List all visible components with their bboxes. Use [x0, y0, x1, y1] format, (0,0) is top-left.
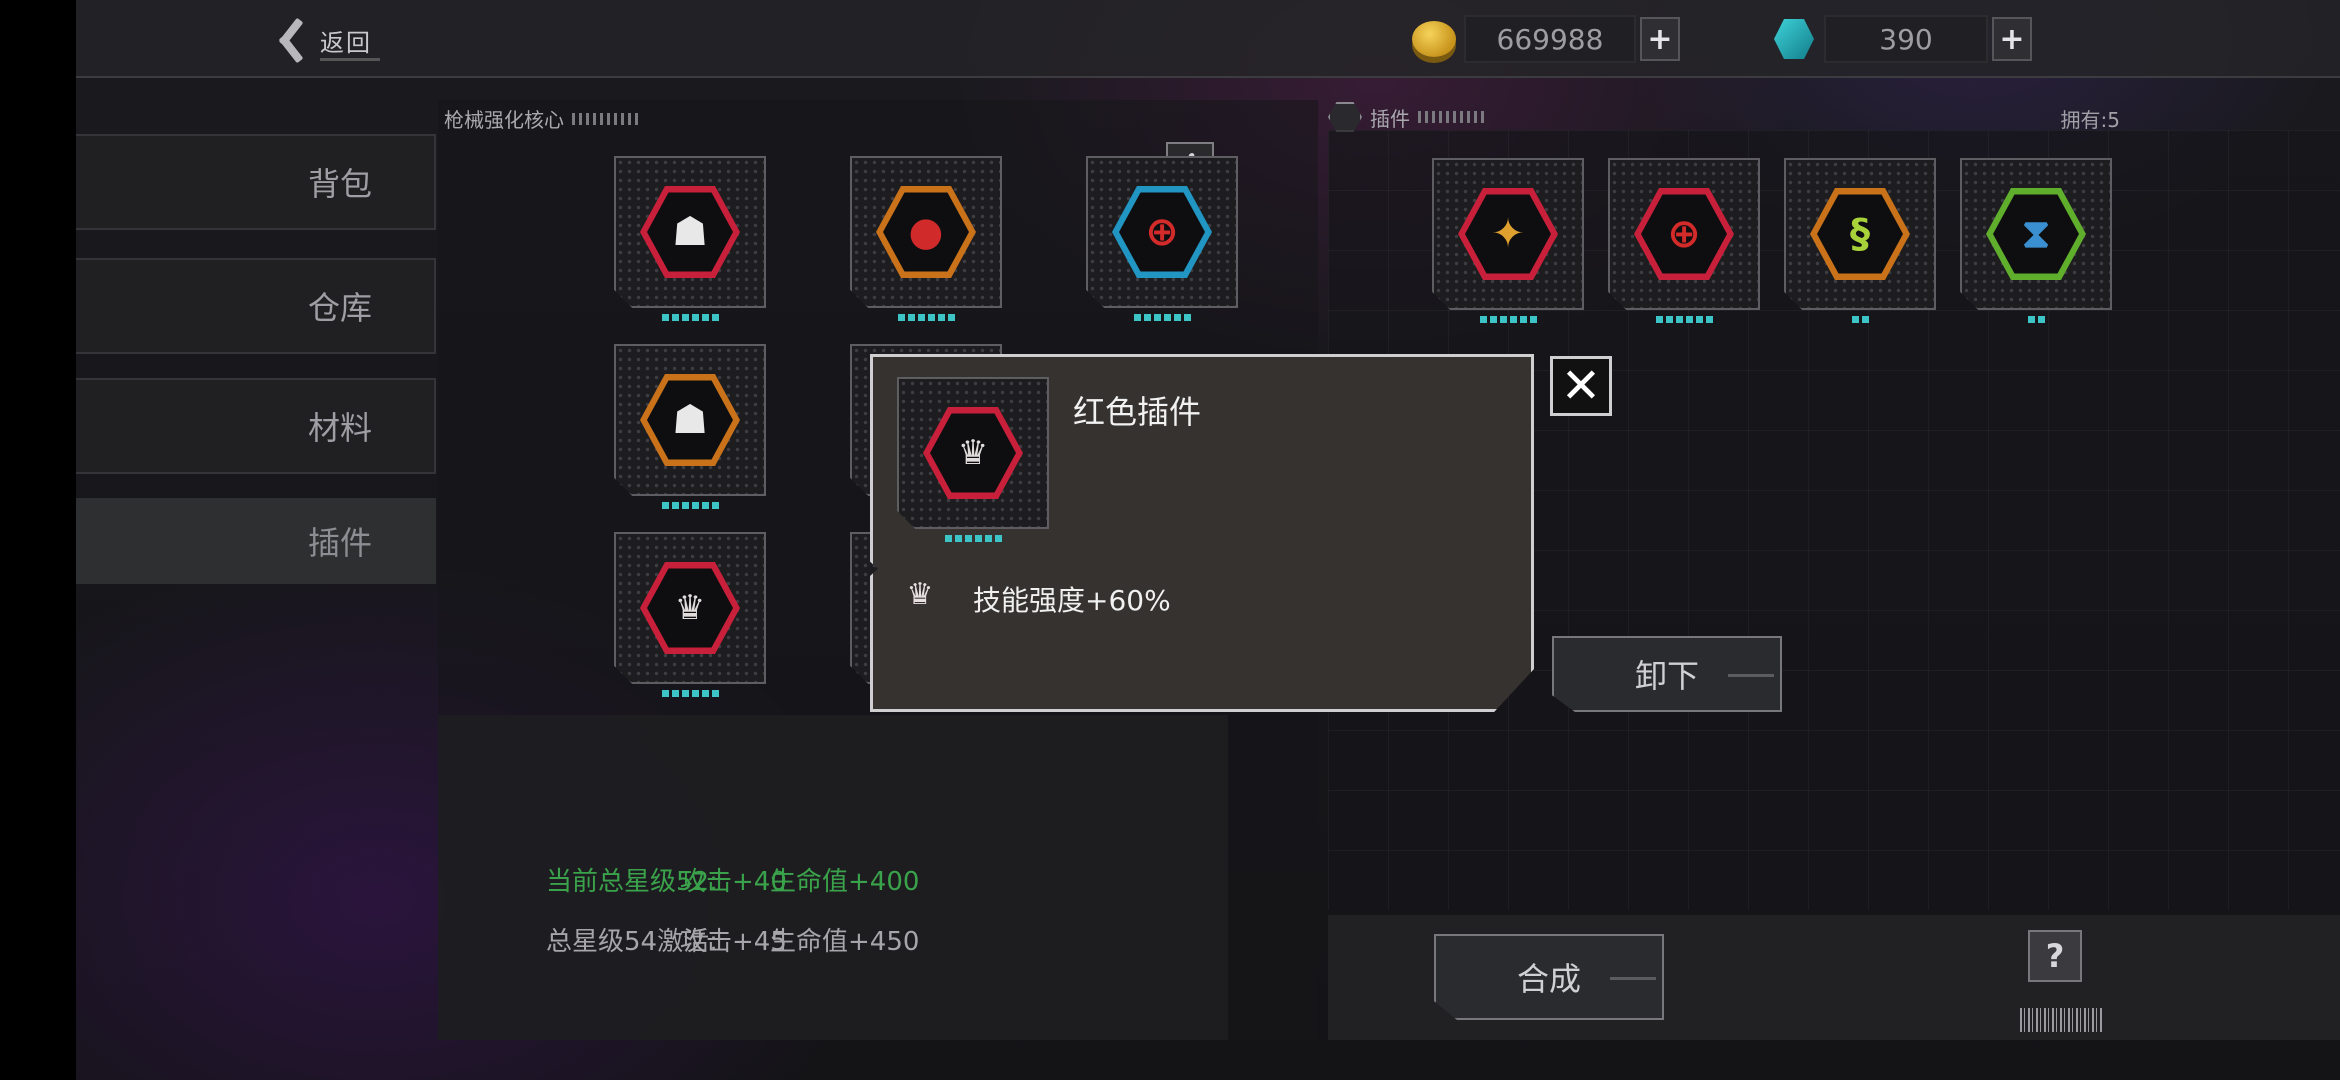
- coin-amount: 669988: [1464, 15, 1636, 63]
- core-slot[interactable]: ●: [850, 156, 1002, 328]
- button-decoration: [1728, 674, 1774, 677]
- star-dots: [897, 535, 1049, 543]
- star-dots: [614, 314, 766, 322]
- plugin-slot[interactable]: ✦: [1432, 158, 1584, 330]
- crosshair-icon: ⊕: [1667, 211, 1701, 257]
- star-dots: [850, 314, 1002, 322]
- core-slot[interactable]: ⊕: [1086, 156, 1238, 328]
- gem-counter: 390 +: [1774, 14, 2032, 64]
- sidebar-item-label: 背包: [307, 165, 372, 203]
- sidebar-item-label: 材料: [307, 409, 372, 447]
- angel-icon: ♛: [957, 433, 989, 473]
- next-hp: 生命值+450: [770, 927, 920, 957]
- back-label: 返回: [320, 28, 372, 57]
- star-dots: [614, 502, 766, 510]
- crosshair-icon: ⊕: [1145, 209, 1179, 255]
- gem-icon: [1774, 19, 1814, 59]
- core-panel-title: 枪械强化核心: [444, 104, 642, 133]
- core-slot[interactable]: ☗: [614, 156, 766, 328]
- plugin-slot[interactable]: §: [1784, 158, 1936, 330]
- coin-counter: 669988 +: [1412, 14, 1680, 64]
- star-dots: [1608, 316, 1760, 324]
- unequip-button[interactable]: 卸下: [1552, 636, 1782, 712]
- back-underline: [320, 58, 380, 61]
- barcode-decoration: [2020, 1008, 2102, 1032]
- plugin-panel-title: 插件: [1328, 102, 1488, 132]
- muscle-icon: ☗: [672, 209, 708, 255]
- gem-amount: 390: [1824, 15, 1988, 63]
- close-button[interactable]: ✕: [1550, 356, 1612, 416]
- popup-title: 红色插件: [1073, 393, 1202, 431]
- star-bonus-panel: 当前总星级52: 攻击+40 生命值+400 总星级54激活: 攻击+45 生命…: [438, 715, 1228, 1040]
- core-slot[interactable]: ♛: [614, 532, 766, 704]
- star-dots: [1086, 314, 1238, 322]
- game-screen: 返回 669988 + 390 + 背包 仓库 材料 插件 枪械强化核心 ☗ ●…: [76, 0, 2340, 1080]
- plugin-slot[interactable]: ⊕: [1608, 158, 1760, 330]
- popup-plugin-slot: ♛: [897, 377, 1049, 542]
- merge-button[interactable]: 合成: [1434, 934, 1664, 1020]
- top-bar: 返回 669988 + 390 +: [76, 0, 2340, 78]
- merge-button-label: 合成: [1516, 960, 1581, 998]
- plugin-slot[interactable]: ⧗: [1960, 158, 2112, 330]
- wings-icon: ✦: [1491, 211, 1525, 257]
- star-dots: [1784, 316, 1936, 324]
- coin-icon: [1412, 21, 1456, 57]
- core-slot[interactable]: ☗: [614, 344, 766, 516]
- snake-icon: §: [1850, 211, 1870, 257]
- sidebar-item-plugins[interactable]: 插件: [76, 498, 436, 584]
- popup-effect-text: 技能强度+60%: [973, 584, 1171, 617]
- help-button[interactable]: ?: [2028, 930, 2082, 982]
- hourglass-icon: ⧗: [2021, 211, 2051, 257]
- hexagon-icon: [1328, 102, 1362, 132]
- plugin-detail-popup: ♛ 红色插件 ♛ 技能强度+60%: [870, 354, 1534, 712]
- sidebar-item-materials[interactable]: 材料: [76, 378, 436, 474]
- angel-icon: ♛: [674, 588, 706, 628]
- back-button[interactable]: 返回: [266, 10, 396, 70]
- unequip-button-label: 卸下: [1634, 657, 1699, 695]
- sidebar-item-warehouse[interactable]: 仓库: [76, 258, 436, 354]
- drop-icon: ●: [908, 209, 944, 255]
- title-decoration: [572, 112, 642, 125]
- sidebar-item-backpack[interactable]: 背包: [76, 134, 436, 230]
- plugin-panel-title-text: 插件: [1370, 106, 1410, 131]
- chevron-left-icon: [266, 14, 310, 66]
- button-decoration: [1610, 977, 1656, 980]
- add-coins-button[interactable]: +: [1640, 17, 1680, 61]
- angel-icon: ♛: [906, 576, 934, 612]
- current-hp: 生命值+400: [770, 867, 920, 897]
- muscle-icon: ☗: [672, 397, 708, 443]
- star-dots: [1960, 316, 2112, 324]
- core-panel-title-text: 枪械强化核心: [444, 108, 564, 132]
- sidebar-item-label: 仓库: [307, 289, 372, 327]
- title-decoration: [1418, 111, 1488, 123]
- owned-count: 拥有:5: [2060, 108, 2120, 132]
- star-dots: [1432, 316, 1584, 324]
- star-dots: [614, 690, 766, 698]
- add-gems-button[interactable]: +: [1992, 17, 2032, 61]
- sidebar-item-label: 插件: [307, 524, 372, 562]
